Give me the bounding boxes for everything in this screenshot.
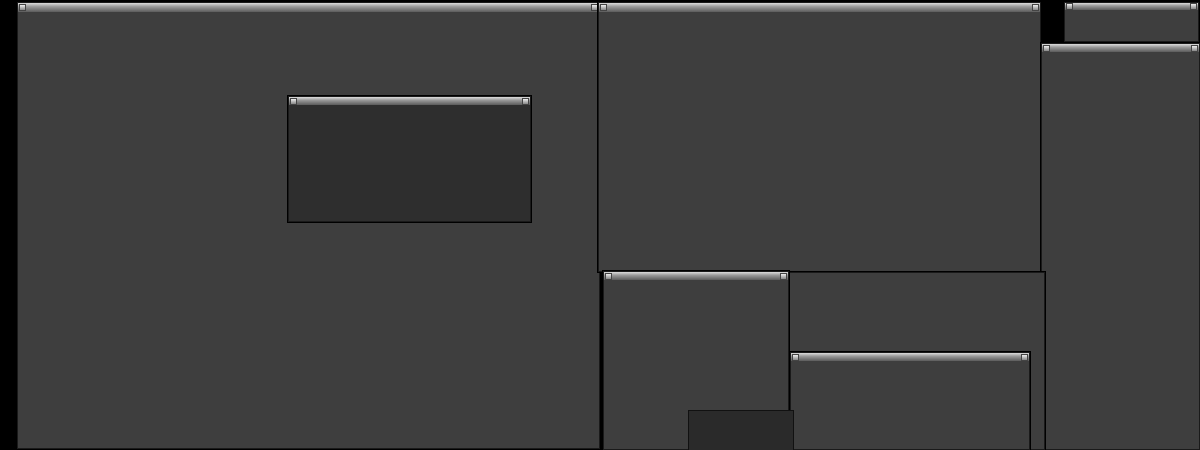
window-menu-button[interactable]	[1043, 45, 1050, 52]
qjackctl-close-button[interactable]	[1190, 3, 1197, 10]
mixer-window	[598, 2, 1041, 272]
editor-titlebar[interactable]	[18, 3, 599, 12]
sc4-close-button[interactable]	[522, 98, 529, 105]
options-editor-window	[790, 352, 1030, 450]
editor-close-button[interactable]	[591, 4, 598, 11]
window-menu-button[interactable]	[290, 98, 297, 105]
editor-window	[17, 2, 600, 449]
window-menu-button[interactable]	[19, 4, 26, 11]
window-menu-button[interactable]	[792, 354, 799, 361]
sc4-plugin-window	[288, 96, 531, 222]
options-titlebar[interactable]	[791, 353, 1029, 361]
qjackctl-window	[1064, 2, 1199, 42]
xfade-close-button[interactable]	[780, 273, 787, 280]
connections-close-button[interactable]	[1191, 45, 1198, 52]
xfade-titlebar[interactable]	[604, 272, 788, 280]
qjackctl-titlebar[interactable]	[1065, 3, 1198, 10]
virtual-keyboard	[688, 410, 794, 450]
options-close-button[interactable]	[1021, 354, 1028, 361]
connections-titlebar[interactable]	[1042, 44, 1199, 52]
window-menu-button[interactable]	[605, 273, 612, 280]
desktop	[0, 0, 1200, 450]
mixer-close-button[interactable]	[1032, 4, 1039, 11]
window-menu-button[interactable]	[1066, 3, 1073, 10]
sc4-titlebar[interactable]	[289, 97, 530, 105]
mixer-titlebar[interactable]	[599, 3, 1040, 12]
window-menu-button[interactable]	[600, 4, 607, 11]
connections-window	[1041, 43, 1200, 450]
